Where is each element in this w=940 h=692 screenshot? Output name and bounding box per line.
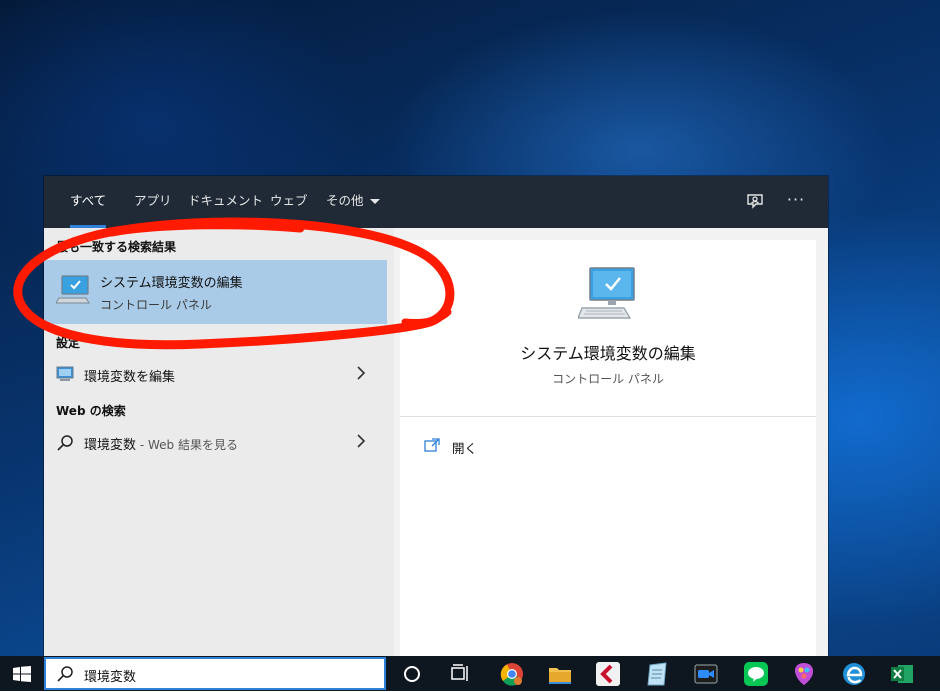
- search-flyout: すべて アプリ ドキュメント ウェブ その他 ··· 最も一致する検索結果 シス…: [44, 176, 828, 656]
- system-properties-icon: [578, 267, 635, 319]
- settings-result-item[interactable]: 環境変数を編集: [44, 358, 387, 390]
- paint-icon[interactable]: [790, 660, 818, 688]
- web-search-label: 環境変数 - Web 結果を見る: [84, 434, 238, 453]
- edge-icon[interactable]: [840, 660, 868, 688]
- detail-subtitle: コントロール パネル: [552, 372, 664, 386]
- file-explorer-icon[interactable]: [546, 660, 574, 688]
- start-button[interactable]: [0, 656, 44, 691]
- notepad-icon[interactable]: [644, 660, 672, 688]
- best-match-item[interactable]: システム環境変数の編集 コントロール パネル: [44, 260, 387, 324]
- settings-result-label: 環境変数を編集: [84, 370, 176, 385]
- feedback-icon[interactable]: [744, 190, 768, 214]
- chrome-icon[interactable]: [498, 660, 526, 688]
- web-search-hint: - Web 結果を見る: [136, 438, 238, 452]
- settings-heading: 設定: [56, 336, 81, 350]
- best-match-heading: 最も一致する検索結果: [56, 240, 177, 254]
- detail-title: システム環境変数の編集: [520, 344, 696, 363]
- tab-more[interactable]: その他: [326, 176, 380, 228]
- taskbar: 環境変数: [0, 656, 940, 691]
- app-icon[interactable]: [594, 660, 622, 688]
- open-button[interactable]: 開く: [420, 434, 620, 458]
- tab-apps[interactable]: アプリ: [134, 176, 172, 228]
- line-icon[interactable]: [742, 660, 770, 688]
- environment-settings-icon: [56, 366, 74, 381]
- search-tab-bar: すべて アプリ ドキュメント ウェブ その他 ···: [44, 176, 828, 228]
- search-input-value: 環境変数: [84, 670, 137, 685]
- result-detail-pane: システム環境変数の編集 コントロール パネル 開く: [400, 240, 816, 656]
- task-view-icon[interactable]: [446, 660, 474, 688]
- cortana-icon[interactable]: [398, 660, 426, 688]
- tab-all[interactable]: すべて: [70, 176, 107, 228]
- windows-logo-icon: [13, 666, 31, 682]
- search-icon: [57, 435, 73, 451]
- taskbar-search-input[interactable]: 環境変数: [44, 657, 386, 690]
- excel-icon[interactable]: [888, 660, 916, 688]
- tab-documents[interactable]: ドキュメント: [188, 176, 263, 228]
- web-search-query: 環境変数: [84, 438, 137, 453]
- divider: [400, 416, 816, 417]
- chevron-down-icon: [369, 199, 380, 204]
- tab-more-label: その他: [326, 193, 364, 208]
- best-match-subtitle: コントロール パネル: [100, 298, 212, 312]
- best-match-title: システム環境変数の編集: [100, 276, 243, 291]
- chevron-right-icon: [357, 366, 366, 380]
- results-list: 最も一致する検索結果 システム環境変数の編集 コントロール パネル 設定 環境変…: [44, 228, 394, 656]
- tab-web[interactable]: ウェブ: [270, 176, 308, 228]
- web-search-heading: Web の検索: [56, 404, 126, 418]
- chevron-right-icon: [357, 434, 366, 448]
- open-icon: [424, 438, 440, 452]
- open-label: 開く: [452, 441, 478, 456]
- zoom-icon[interactable]: [692, 660, 720, 688]
- search-icon: [57, 666, 73, 682]
- web-search-item[interactable]: 環境変数 - Web 結果を見る: [44, 426, 387, 458]
- more-options-icon[interactable]: ···: [784, 190, 808, 214]
- system-properties-icon: [56, 275, 90, 304]
